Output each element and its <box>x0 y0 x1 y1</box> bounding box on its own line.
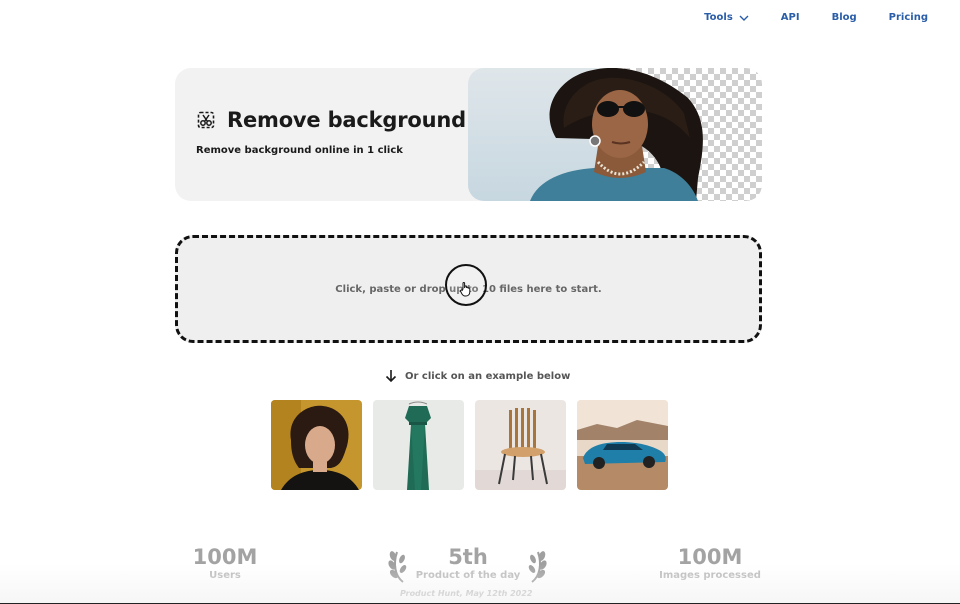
stat-images-value: 100M <box>677 545 743 569</box>
nav-tools[interactable]: Tools <box>704 12 749 23</box>
example-hint-text: Or click on an example below <box>405 370 571 382</box>
nav-api[interactable]: API <box>781 12 800 23</box>
hero-image <box>468 68 762 201</box>
example-thumbnails <box>271 400 668 490</box>
stat-images: 100M Images processed <box>655 545 765 581</box>
stat-users-label: Users <box>209 570 241 581</box>
hero-card: Remove background Remove background onli… <box>175 68 762 201</box>
laurel-right-icon <box>528 551 547 583</box>
nav-blog[interactable]: Blog <box>832 12 857 23</box>
hero-subtitle: Remove background online in 1 click <box>196 145 403 156</box>
stat-images-label: Images processed <box>659 570 761 581</box>
example-woman-portrait[interactable] <box>271 400 362 490</box>
example-blue-car[interactable] <box>577 400 668 490</box>
chevron-down-icon <box>739 15 749 21</box>
stat-rank-value: 5th <box>448 545 488 569</box>
hero-title-row: Remove background <box>197 108 466 132</box>
page-title: Remove background <box>227 108 466 132</box>
hand-pointer-icon <box>460 281 471 297</box>
stat-users: 100M Users <box>180 545 270 581</box>
stat-product-hunt: 5th Product of the day <box>408 545 528 581</box>
scissors-icon <box>197 111 215 129</box>
laurel-left-icon <box>388 551 407 583</box>
stat-rank-label: Product of the day <box>415 570 521 581</box>
top-nav: Tools API Blog Pricing <box>704 12 928 23</box>
nav-tools-label: Tools <box>704 12 733 23</box>
nav-pricing[interactable]: Pricing <box>889 12 928 23</box>
arrow-down-icon <box>385 370 397 383</box>
example-wooden-chair[interactable] <box>475 400 566 490</box>
stat-users-value: 100M <box>192 545 258 569</box>
product-hunt-date: Product Hunt, May 12th 2022 <box>400 589 533 598</box>
example-green-dress[interactable] <box>373 400 464 490</box>
example-hint: Or click on an example below <box>385 369 570 383</box>
